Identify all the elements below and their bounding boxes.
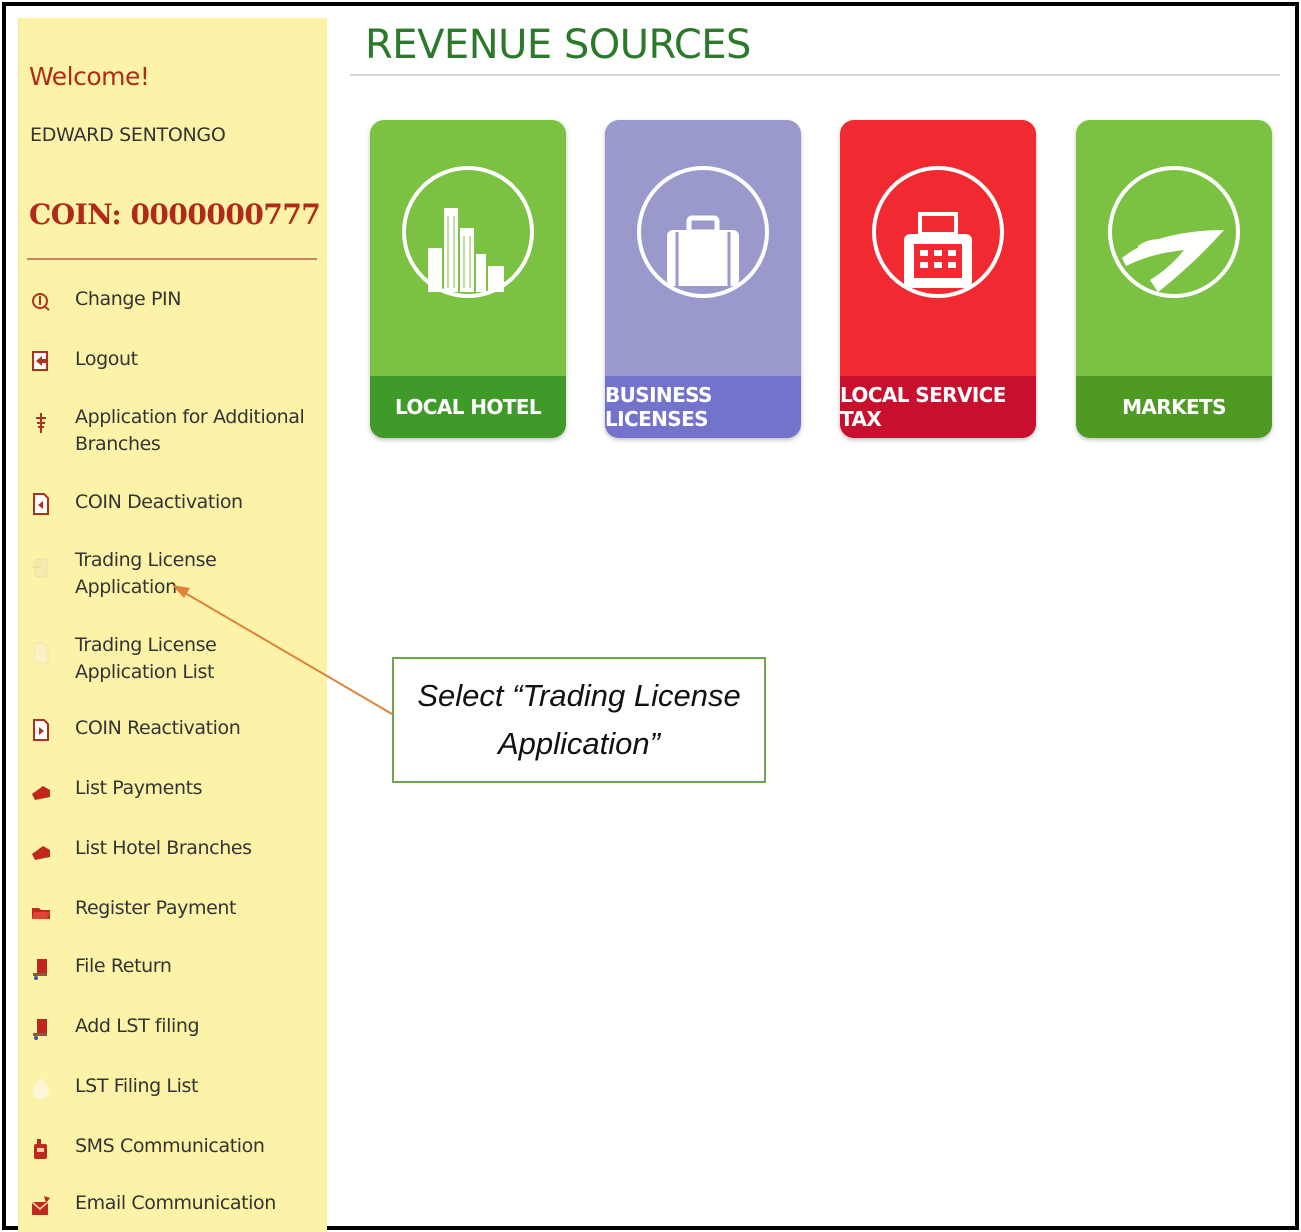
callout-text: Select “Trading License Application” xyxy=(417,678,741,761)
instruction-callout: Select “Trading License Application” xyxy=(392,657,766,783)
callout-arrow xyxy=(172,585,393,715)
